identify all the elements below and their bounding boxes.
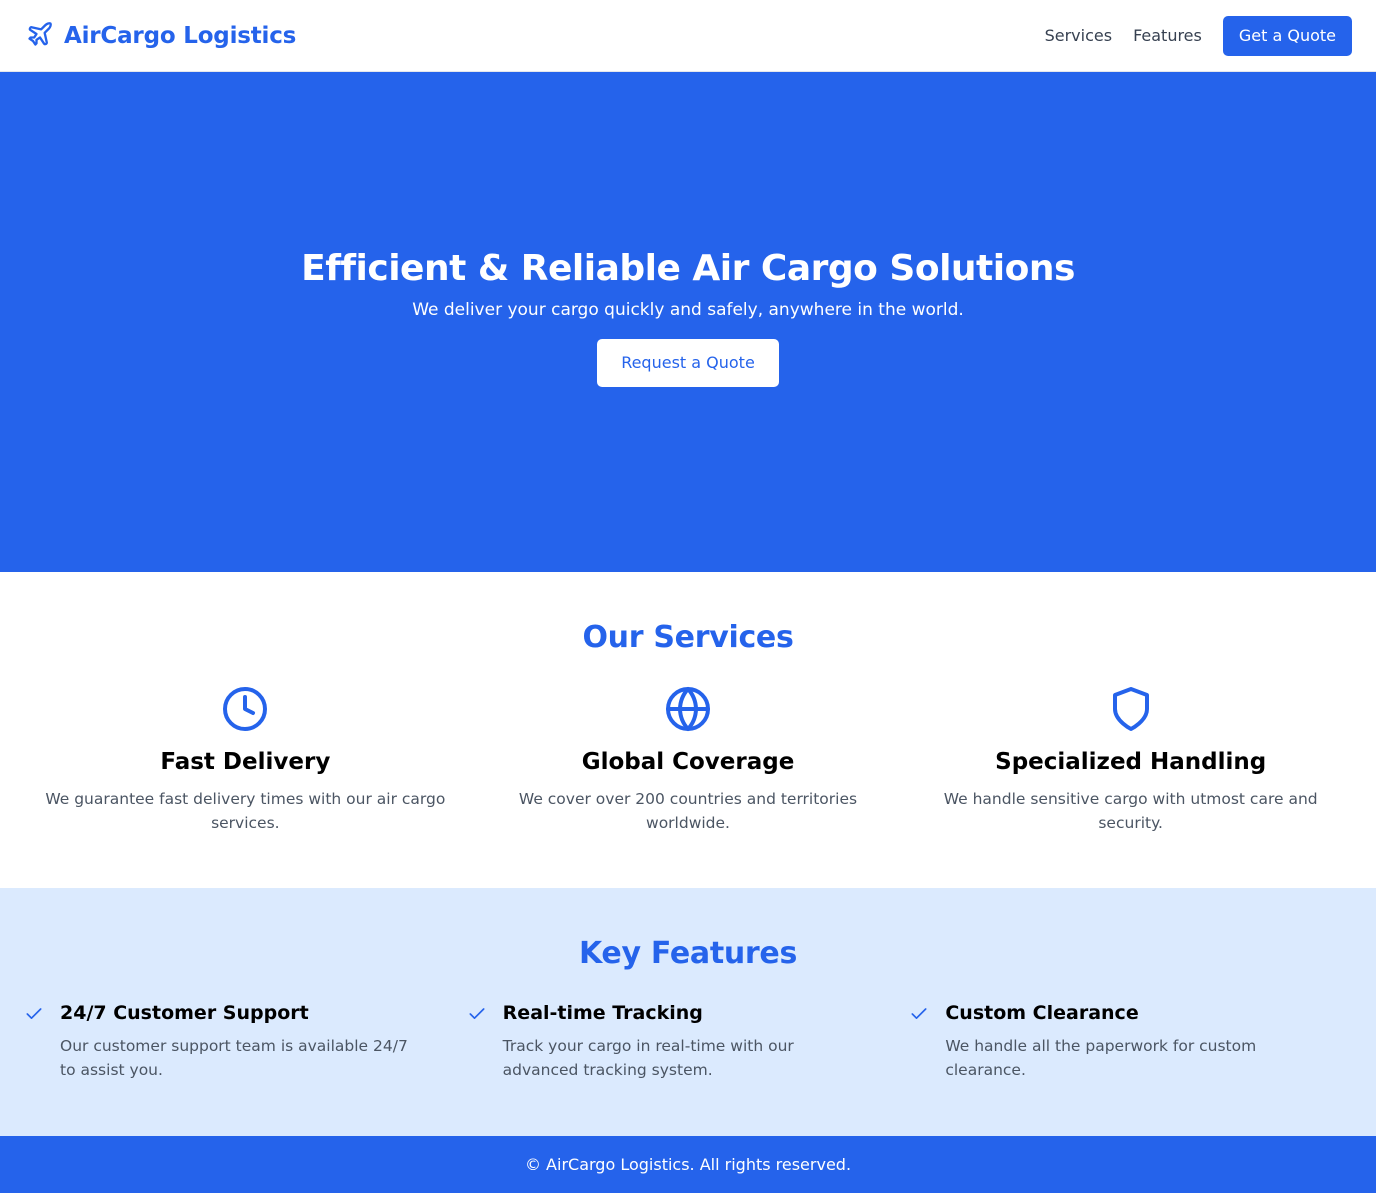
feature-description: Our customer support team is available 2…: [60, 1037, 408, 1079]
hero-subtitle: We deliver your cargo quickly and safely…: [412, 299, 964, 320]
service-title: Fast Delivery: [160, 749, 331, 775]
service-card-global-coverage: Global Coverage We cover over 200 countr…: [467, 685, 910, 835]
feature-title: Custom Clearance: [945, 1002, 1139, 1024]
check-icon: [24, 1002, 44, 1082]
feature-title: 24/7 Customer Support: [60, 1002, 309, 1024]
brand-name: AirCargo Logistics: [64, 22, 297, 49]
hero-section: Efficient & Reliable Air Cargo Solutions…: [0, 72, 1376, 572]
main-nav: Services Features Get a Quote: [1045, 15, 1352, 56]
services-section: Our Services Fast Delivery We guarantee …: [0, 572, 1376, 888]
feature-realtime-tracking: Real-time Tracking Track your cargo in r…: [467, 1002, 910, 1082]
service-description: We guarantee fast delivery times with ou…: [45, 790, 446, 832]
navbar: AirCargo Logistics Services Features Get…: [0, 0, 1376, 72]
check-icon: [467, 1002, 487, 1082]
services-grid: Fast Delivery We guarantee fast delivery…: [0, 685, 1376, 835]
feature-customer-support: 24/7 Customer Support Our customer suppo…: [24, 1002, 467, 1082]
feature-text: Custom Clearance We handle all the paper…: [945, 1002, 1312, 1082]
feature-custom-clearance: Custom Clearance We handle all the paper…: [909, 1002, 1352, 1082]
footer: © AirCargo Logistics. All rights reserve…: [0, 1136, 1376, 1193]
nav-link-services[interactable]: Services: [1045, 26, 1112, 45]
feature-title: Real-time Tracking: [502, 1002, 703, 1024]
request-quote-button[interactable]: Request a Quote: [597, 338, 779, 387]
services-title: Our Services: [582, 620, 794, 655]
features-grid: 24/7 Customer Support Our customer suppo…: [0, 1002, 1376, 1082]
airplane-icon: [26, 20, 54, 52]
feature-text: Real-time Tracking Track your cargo in r…: [503, 1002, 870, 1082]
service-card-fast-delivery: Fast Delivery We guarantee fast delivery…: [24, 685, 467, 835]
feature-description: We handle all the paperwork for custom c…: [945, 1037, 1257, 1079]
get-quote-button[interactable]: Get a Quote: [1222, 15, 1352, 56]
nav-link-features[interactable]: Features: [1133, 26, 1202, 45]
service-card-specialized-handling: Specialized Handling We handle sensitive…: [909, 685, 1352, 835]
clock-icon: [221, 685, 269, 737]
globe-icon: [664, 685, 712, 737]
hero-title: Efficient & Reliable Air Cargo Solutions: [301, 247, 1075, 289]
footer-copyright: © AirCargo Logistics. All rights reserve…: [524, 1155, 852, 1174]
service-title: Global Coverage: [581, 749, 795, 775]
features-section: Key Features 24/7 Customer Support Our c…: [0, 888, 1376, 1136]
check-icon: [909, 1002, 929, 1082]
service-description: We cover over 200 countries and territor…: [518, 790, 858, 832]
shield-icon: [1107, 685, 1155, 737]
feature-description: Track your cargo in real-time with our a…: [502, 1037, 794, 1079]
service-title: Specialized Handling: [995, 749, 1267, 775]
service-description: We handle sensitive cargo with utmost ca…: [943, 790, 1318, 832]
features-title: Key Features: [578, 936, 798, 971]
brand-logo[interactable]: AirCargo Logistics: [26, 20, 296, 52]
feature-text: 24/7 Customer Support Our customer suppo…: [60, 1002, 427, 1082]
